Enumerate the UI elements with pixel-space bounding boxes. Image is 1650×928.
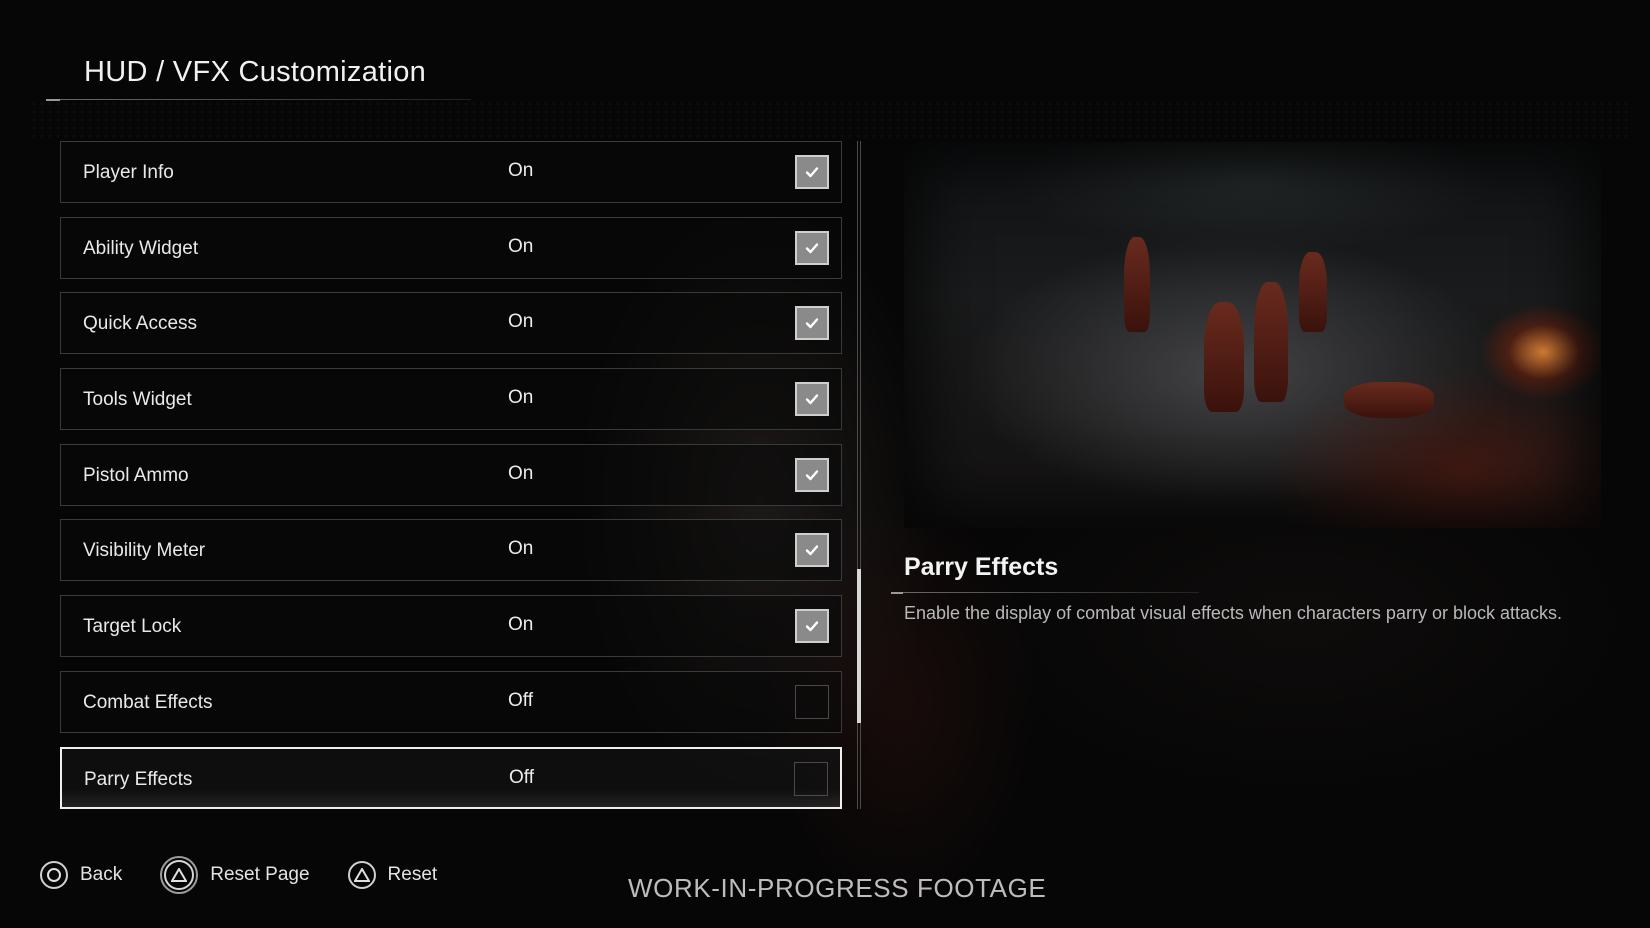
back-label: Back [80, 864, 123, 885]
work-in-progress-watermark: WORK-IN-PROGRESS FOOTAGE [628, 873, 1047, 903]
back-button[interactable]: Back [40, 861, 122, 889]
background-dot-pattern [30, 100, 1630, 140]
setting-label: Pistol Ammo [83, 464, 189, 486]
setting-checkbox[interactable] [795, 609, 829, 644]
setting-label: Player Info [83, 162, 174, 183]
setting-checkbox[interactable] [795, 457, 829, 492]
setting-row-target-lock[interactable]: Target Lock On [60, 595, 842, 658]
setting-value: On [508, 160, 534, 181]
reset-label: Reset [387, 864, 438, 885]
title-underline-tick [46, 99, 60, 101]
setting-row-combat-effects[interactable]: Combat Effects Off [60, 670, 842, 733]
setting-label: Quick Access [83, 313, 198, 335]
checkmark-icon [805, 167, 819, 178]
setting-checkbox[interactable] [795, 155, 829, 189]
setting-checkbox[interactable] [795, 533, 829, 568]
setting-label: Parry Effects [84, 768, 193, 790]
setting-checkbox[interactable] [795, 382, 829, 417]
description-title: Parry Effects [904, 553, 1059, 581]
setting-value: On [508, 538, 534, 560]
scrollbar-thumb[interactable] [857, 569, 861, 723]
title-underline [46, 99, 471, 100]
page-title: HUD / VFX Customization [84, 56, 427, 88]
reset-button[interactable]: Reset [347, 861, 438, 889]
setting-checkbox[interactable] [794, 761, 828, 796]
footer-hints: Back Reset Page Reset [40, 855, 475, 895]
circle-button-icon [40, 861, 68, 889]
setting-row-quick-access[interactable]: Quick Access On [60, 292, 842, 355]
checkmark-icon [805, 318, 819, 329]
setting-checkbox[interactable] [795, 684, 829, 719]
preview-vignette [904, 142, 1601, 528]
triangle-button-icon [347, 861, 376, 889]
checkmark-icon [805, 470, 819, 480]
settings-screen: HUD / VFX Customization Player Info On Abi… [0, 0, 1650, 928]
checkmark-icon [805, 242, 819, 253]
setting-row-pistol-ammo[interactable]: Pistol Ammo On [60, 443, 842, 506]
setting-label: Target Lock [83, 616, 182, 638]
setting-label: Tools Widget [83, 389, 192, 411]
setting-row-ability-widget[interactable]: Ability Widget On [60, 216, 842, 279]
setting-checkbox[interactable] [795, 230, 829, 265]
setting-checkbox[interactable] [795, 306, 829, 341]
setting-row-visibility-meter[interactable]: Visibility Meter On [60, 519, 842, 582]
setting-row-parry-effects[interactable]: Parry Effects Off [60, 746, 842, 809]
setting-value: Off [509, 766, 534, 788]
setting-value: On [508, 462, 534, 484]
setting-label: Combat Effects [83, 691, 213, 713]
triangle-button-icon [160, 856, 199, 894]
setting-value: On [508, 387, 534, 409]
setting-label: Visibility Meter [83, 540, 206, 562]
setting-value: On [508, 235, 534, 257]
description-underline [891, 592, 1199, 593]
checkmark-icon [805, 621, 819, 632]
setting-value: Off [508, 689, 533, 711]
reset-page-button[interactable]: Reset Page [160, 856, 310, 894]
reset-page-label: Reset Page [210, 864, 310, 885]
setting-row-player-info[interactable]: Player Info On [60, 141, 842, 203]
setting-value: On [508, 614, 534, 636]
preview-image [904, 142, 1601, 528]
setting-value: On [508, 311, 534, 333]
checkmark-icon [805, 545, 819, 556]
description-underline-tick [891, 592, 903, 594]
setting-row-tools-widget[interactable]: Tools Widget On [60, 368, 842, 431]
description-text: Enable the display of combat visual effe… [904, 603, 1562, 623]
settings-list: Player Info On Ability Widget On Quick Acces… [60, 141, 842, 822]
checkmark-icon [805, 394, 819, 405]
setting-label: Ability Widget [83, 237, 199, 259]
